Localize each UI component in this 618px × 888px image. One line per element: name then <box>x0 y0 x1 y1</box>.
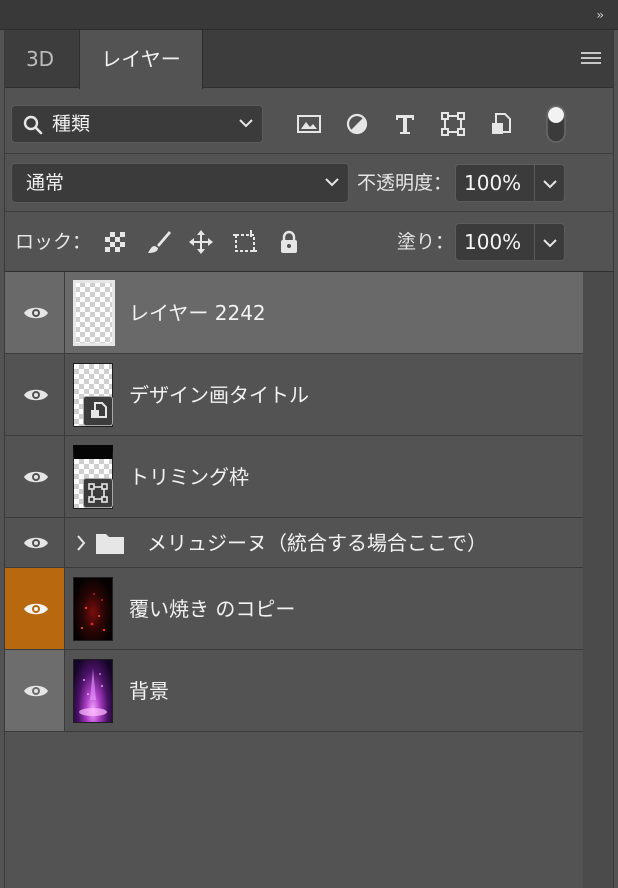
opacity-input[interactable]: 100% <box>455 164 535 202</box>
lock-fill-bar: ロック： 塗り： 100% <box>5 212 613 272</box>
chevron-down-icon <box>239 119 253 128</box>
chevron-right-icon[interactable] <box>75 534 87 552</box>
blend-opacity-bar: 通常 不透明度： 100% <box>5 154 613 212</box>
layer-row[interactable]: 覆い焼き のコピー <box>5 568 583 650</box>
panel-menu-icon[interactable] <box>581 52 601 66</box>
eye-icon <box>24 307 48 318</box>
layer-thumbnail[interactable] <box>73 577 113 641</box>
layer-name[interactable]: 覆い焼き のコピー <box>129 568 295 650</box>
fill-label: 塗り： <box>397 231 455 253</box>
visibility-toggle[interactable] <box>5 354 65 435</box>
layer-row[interactable]: デザイン画タイトル <box>5 354 583 436</box>
filter-kind-dropdown[interactable]: 種類 <box>11 105 263 143</box>
eye-icon <box>24 389 48 400</box>
layer-name[interactable]: メリュジーヌ（統合する場合ここで） <box>147 518 487 568</box>
adjustment-filter-icon[interactable] <box>343 110 371 138</box>
ember-image <box>81 593 106 632</box>
panel-dock-bar: ›› <box>0 0 618 30</box>
lock-artboard-icon[interactable] <box>231 228 259 256</box>
layer-name[interactable]: レイヤー 2242 <box>129 272 266 354</box>
layer-group-row[interactable]: メリュジーヌ（統合する場合ここで） <box>5 518 583 568</box>
layer-name[interactable]: 背景 <box>129 650 169 732</box>
layer-row[interactable]: トリミング枠 <box>5 436 583 518</box>
smart-object-filter-icon[interactable] <box>487 110 515 138</box>
opacity-label: 不透明度： <box>357 172 453 194</box>
visibility-toggle[interactable] <box>5 568 65 649</box>
layer-filter-bar: 種類 <box>5 88 613 154</box>
eye-icon <box>24 537 48 548</box>
lock-position-icon[interactable] <box>187 228 215 256</box>
search-icon <box>23 115 43 135</box>
panel-tab-bar: 3D レイヤー <box>5 30 613 89</box>
folder-icon <box>96 534 124 554</box>
visibility-toggle[interactable] <box>5 436 65 517</box>
fill-slider-toggle[interactable] <box>535 223 565 261</box>
lock-image-pixels-icon[interactable] <box>145 228 173 256</box>
eye-icon <box>24 685 48 696</box>
blend-mode-value: 通常 <box>26 172 65 194</box>
visibility-toggle[interactable] <box>5 272 65 353</box>
image-filter-icon[interactable] <box>295 110 323 138</box>
eye-icon <box>24 603 48 614</box>
chevron-down-icon <box>543 180 557 189</box>
blend-mode-dropdown[interactable]: 通常 <box>11 163 349 203</box>
lock-all-icon[interactable] <box>275 228 303 256</box>
layers-panel: 3D レイヤー 種類 通常 不透明度： 100% ロック： 塗り： 100% レ… <box>4 30 614 888</box>
eye-icon <box>24 471 48 482</box>
opacity-slider-toggle[interactable] <box>535 164 565 202</box>
visibility-toggle[interactable] <box>5 518 65 567</box>
layers-list: レイヤー 2242 デザイン画タイトル トリミング枠 メリュジーヌ（統合する場合… <box>5 272 583 732</box>
tab-layers[interactable]: レイヤー <box>79 30 203 89</box>
collapse-panels-button[interactable]: ›› <box>596 8 603 22</box>
filter-kind-label: 種類 <box>52 113 91 135</box>
layer-thumbnail[interactable] <box>73 280 115 346</box>
layer-name[interactable]: トリミング枠 <box>129 436 249 518</box>
fill-input[interactable]: 100% <box>455 223 535 261</box>
shape-badge-icon <box>83 478 113 508</box>
smart-object-badge-icon <box>83 396 113 426</box>
type-filter-icon[interactable] <box>391 110 419 138</box>
layer-thumbnail[interactable] <box>73 659 113 723</box>
layer-row[interactable]: 背景 <box>5 650 583 732</box>
tab-3d[interactable]: 3D <box>5 30 75 88</box>
layers-scroll-track[interactable] <box>583 272 613 888</box>
visibility-toggle[interactable] <box>5 650 65 731</box>
shape-filter-icon[interactable] <box>439 110 467 138</box>
filter-toggle-icon[interactable] <box>545 104 567 144</box>
lock-label: ロック： <box>15 231 92 253</box>
magic-glow-image <box>79 668 107 716</box>
lock-transparent-pixels-icon[interactable] <box>101 228 129 256</box>
layer-name[interactable]: デザイン画タイトル <box>129 354 309 436</box>
chevron-down-icon <box>543 239 557 248</box>
layer-row[interactable]: レイヤー 2242 <box>5 272 583 354</box>
chevron-down-icon <box>325 178 339 187</box>
